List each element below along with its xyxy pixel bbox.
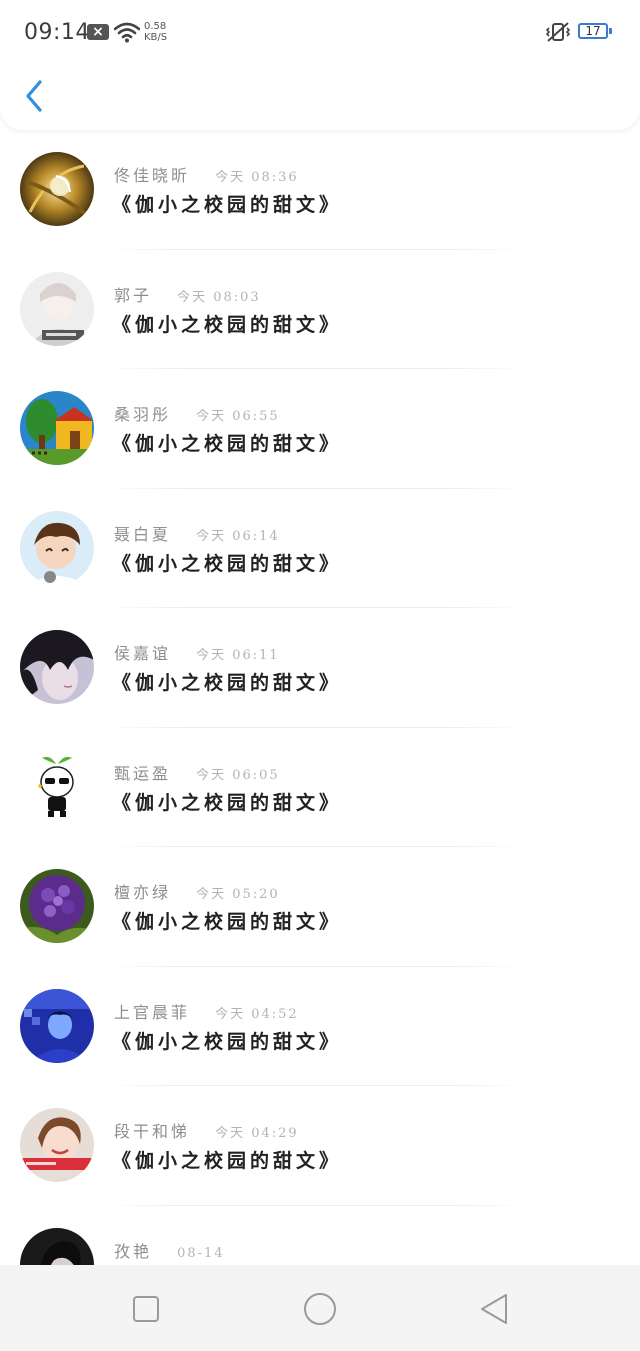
- item-date: 今天 05:20: [196, 887, 280, 902]
- list-item[interactable]: 郭子 今天 08:03 《伽小之校园的甜文》: [0, 250, 640, 369]
- recent-apps-icon: [133, 1296, 159, 1322]
- author-name: 檀亦绿: [114, 883, 172, 902]
- list-item[interactable]: 檀亦绿 今天 05:20 《伽小之校园的甜文》: [0, 847, 640, 967]
- author-name: 段干和悌: [114, 1122, 191, 1141]
- top-header: 09:14 × 0.58 KB/S 17: [0, 0, 640, 130]
- item-date: 今天 04:29: [215, 1126, 299, 1141]
- network-speed-value: 0.58: [144, 21, 167, 32]
- wifi-icon: [114, 22, 140, 43]
- avatar: [20, 630, 94, 704]
- item-title: 《伽小之校园的甜文》: [112, 552, 343, 575]
- item-date: 08-14: [177, 1245, 225, 1261]
- item-title: 《伽小之校园的甜文》: [112, 672, 343, 694]
- author-name: 桑羽彤: [114, 405, 172, 424]
- back-button[interactable]: [18, 76, 54, 116]
- system-back-button[interactable]: [474, 1289, 514, 1329]
- avatar: [20, 988, 94, 1063]
- avatar: [20, 749, 94, 824]
- avatar: [20, 1108, 94, 1182]
- item-header: 桑羽彤 今天 06:55: [114, 401, 280, 424]
- item-title: 《伽小之校园的甜文》: [112, 313, 343, 336]
- item-title: 《伽小之校园的甜文》: [112, 1150, 343, 1172]
- vibrate-icon: [545, 22, 571, 42]
- item-date: 今天 04:52: [215, 1006, 299, 1022]
- avatar-smiling-girl-image: [20, 1108, 94, 1182]
- back-triangle-icon: [481, 1294, 507, 1324]
- author-name: 佟佳晓昕: [114, 166, 191, 185]
- list-item[interactable]: 佟佳晓昕 今天 08:36 《伽小之校园的甜文》: [0, 130, 640, 250]
- item-date: 今天 06:11: [196, 648, 280, 663]
- author-name: 郭子: [114, 285, 153, 305]
- list-item[interactable]: 甄运盈 今天 06:05 《伽小之校园的甜文》: [0, 728, 640, 847]
- item-header: 上官晨菲 今天 04:52: [114, 999, 299, 1022]
- list-item[interactable]: 上官晨菲 今天 04:52 《伽小之校园的甜文》: [0, 967, 640, 1086]
- avatar-cartoon-boy-image: [20, 510, 94, 585]
- network-speed: 0.58 KB/S: [144, 21, 180, 43]
- avatar: [20, 869, 94, 943]
- home-icon: [304, 1293, 336, 1325]
- avatar: [20, 152, 94, 226]
- avatar: [20, 271, 94, 346]
- item-header: 甄运盈 今天 06:05: [114, 760, 280, 783]
- screen: 09:14 × 0.58 KB/S 17 佟佳晓昕 今天 08:36 《伽小之校…: [0, 0, 640, 1351]
- list-item[interactable]: 侯嘉谊 今天 06:11 《伽小之校园的甜文》: [0, 608, 640, 728]
- author-name: 上官晨菲: [114, 1002, 191, 1022]
- avatar-purple-flower-image: [20, 869, 94, 943]
- status-bar: 09:14 × 0.58 KB/S 17: [0, 0, 640, 62]
- battery-tip: [609, 28, 612, 34]
- avatar: [20, 391, 94, 465]
- sim-off-icon: ×: [87, 24, 109, 40]
- item-title: 《伽小之校园的甜文》: [112, 1030, 343, 1053]
- recent-apps-button[interactable]: [126, 1289, 166, 1329]
- battery-icon: 17: [578, 23, 608, 39]
- author-name: 侯嘉谊: [114, 644, 172, 663]
- item-date: 今天 08:03: [177, 289, 261, 305]
- list-item[interactable]: 段干和悌 今天 04:29 《伽小之校园的甜文》: [0, 1086, 640, 1206]
- list-item[interactable]: 桑羽彤 今天 06:55 《伽小之校园的甜文》: [0, 369, 640, 489]
- status-time: 09:14: [24, 20, 90, 45]
- author-name: 甄运盈: [114, 763, 172, 783]
- avatar-dark-hair-image: [20, 630, 94, 704]
- message-list: 佟佳晓昕 今天 08:36 《伽小之校园的甜文》 郭子 今天 08:03 《伽小…: [0, 130, 640, 1325]
- item-header: 檀亦绿 今天 05:20: [114, 879, 280, 902]
- item-header: 郭子 今天 08:03: [114, 282, 261, 305]
- item-header: 侯嘉谊 今天 06:11: [114, 640, 280, 663]
- item-header: 孜艳 08-14: [114, 1238, 225, 1261]
- item-date: 今天 06:14: [196, 528, 280, 544]
- item-header: 聂白夏 今天 06:14: [114, 521, 280, 544]
- avatar-blue-portrait-image: [20, 988, 94, 1063]
- item-title: 《伽小之校园的甜文》: [112, 194, 343, 216]
- system-nav-bar: [0, 1265, 640, 1351]
- author-name: 孜艳: [114, 1241, 153, 1261]
- author-name: 聂白夏: [114, 524, 172, 544]
- chevron-left-icon: [26, 80, 42, 112]
- item-date: 今天 06:55: [196, 409, 280, 424]
- avatar-gold-swirl-image: [20, 152, 94, 226]
- avatar: [20, 510, 94, 585]
- avatar-grey-portrait-image: [20, 271, 94, 346]
- item-title: 《伽小之校园的甜文》: [112, 791, 343, 814]
- item-header: 佟佳晓昕 今天 08:36: [114, 162, 299, 185]
- list-item[interactable]: 聂白夏 今天 06:14 《伽小之校园的甜文》: [0, 489, 640, 608]
- home-button[interactable]: [300, 1289, 340, 1329]
- avatar-sprout-character-image: [20, 749, 94, 824]
- item-header: 段干和悌 今天 04:29: [114, 1118, 299, 1141]
- item-date: 今天 08:36: [215, 170, 299, 185]
- item-title: 《伽小之校园的甜文》: [112, 911, 343, 933]
- network-speed-unit: KB/S: [144, 32, 168, 43]
- item-title: 《伽小之校园的甜文》: [112, 433, 343, 455]
- item-date: 今天 06:05: [196, 767, 280, 783]
- avatar-cartoon-house-image: [20, 391, 94, 465]
